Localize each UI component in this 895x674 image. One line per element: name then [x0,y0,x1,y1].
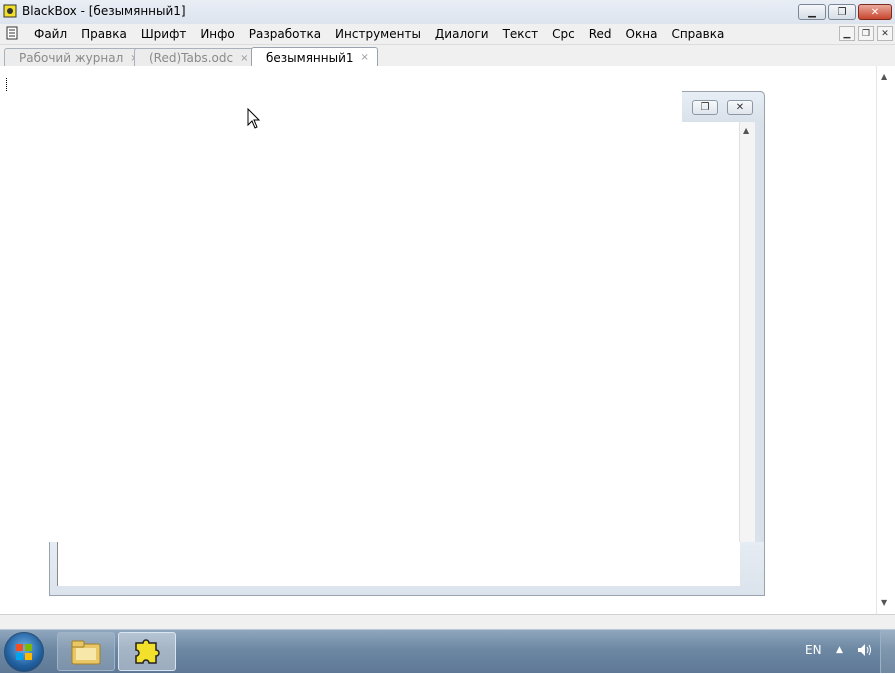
menu-tools[interactable]: Инструменты [328,26,428,42]
document-scrollbar[interactable]: ▲ ▼ [876,66,895,614]
start-button[interactable] [4,632,44,672]
tab-work-log[interactable]: Рабочий журнал × [4,48,148,66]
scroll-up-icon[interactable]: ▲ [881,72,887,81]
inner-close-button[interactable]: ✕ [727,100,753,115]
mdi-restore-button[interactable]: ❐ [858,26,874,41]
tab-untitled1[interactable]: безымянный1 × [251,47,378,66]
mdi-minimize-button[interactable]: ▁ [839,26,855,41]
puzzle-icon [135,638,160,664]
show-desktop-button[interactable] [880,630,895,673]
tab-label: Рабочий журнал [19,51,124,65]
menu-font[interactable]: Шрифт [134,26,194,42]
close-icon: ✕ [881,28,889,39]
close-icon: ✕ [735,102,745,113]
taskbar-blackbox-button[interactable] [118,632,176,671]
windows-logo-icon [16,644,32,660]
tab-close-icon[interactable]: × [240,53,248,64]
restore-icon: ❐ [700,102,710,113]
close-icon: ✕ [870,6,880,18]
tab-label: безымянный1 [266,50,354,65]
taskbar: EN ▲ [0,629,895,673]
mdi-close-button[interactable]: ✕ [877,26,893,41]
menu-red[interactable]: Red [582,26,619,42]
tab-red-tabs[interactable]: (Red)Tabs.odc × [134,48,258,66]
document-icon[interactable] [5,26,19,40]
menu-windows[interactable]: Окна [619,26,665,42]
inner-restore-button[interactable]: ❐ [692,100,718,115]
menu-dev[interactable]: Разработка [242,26,328,42]
menu-file[interactable]: Файл [27,26,74,42]
maximize-button[interactable]: ❐ [828,4,856,20]
restore-icon: ❐ [837,6,847,18]
minimize-button[interactable]: ▁ [798,4,826,20]
restore-icon: ❐ [861,28,871,39]
minimize-icon: ▁ [843,28,851,39]
language-indicator[interactable]: EN [805,643,822,657]
tab-label: (Red)Tabs.odc [149,51,234,65]
blackbox-app-icon[interactable] [2,3,18,19]
menu-items: Файл Правка Шрифт Инфо Разработка Инстру… [27,26,731,42]
menu-help[interactable]: Справка [664,26,731,42]
tray-expand-icon[interactable]: ▲ [836,645,843,655]
inner-window-client[interactable] [57,542,740,586]
close-button[interactable]: ✕ [858,4,892,20]
folder-icon [71,640,101,664]
scroll-up-icon[interactable]: ▲ [743,126,749,135]
window-title: BlackBox - [безымянный1] [22,4,186,18]
tab-bar: Рабочий журнал × (Red)Tabs.odc × безымян… [0,45,895,67]
title-bar[interactable]: BlackBox - [безымянный1] ▁ ❐ ✕ [0,0,895,25]
status-bar [0,614,895,630]
menu-dialogs[interactable]: Диалоги [428,26,496,42]
scroll-down-icon[interactable]: ▼ [881,598,887,607]
minimize-icon: ▁ [808,6,816,18]
menu-cpc[interactable]: Срс [545,26,582,42]
taskbar-explorer-button[interactable] [57,632,115,671]
menu-edit[interactable]: Правка [74,26,134,42]
menu-info[interactable]: Инфо [193,26,241,42]
menu-bar: Файл Правка Шрифт Инфо Разработка Инстру… [0,24,895,45]
text-caret [6,78,8,91]
speaker-icon[interactable] [856,642,874,658]
mouse-pointer-icon [247,108,261,129]
tab-close-icon[interactable]: × [361,52,369,63]
inner-window-scrollbar[interactable]: ▲ ▼ [739,122,755,586]
menu-text[interactable]: Текст [496,26,546,42]
